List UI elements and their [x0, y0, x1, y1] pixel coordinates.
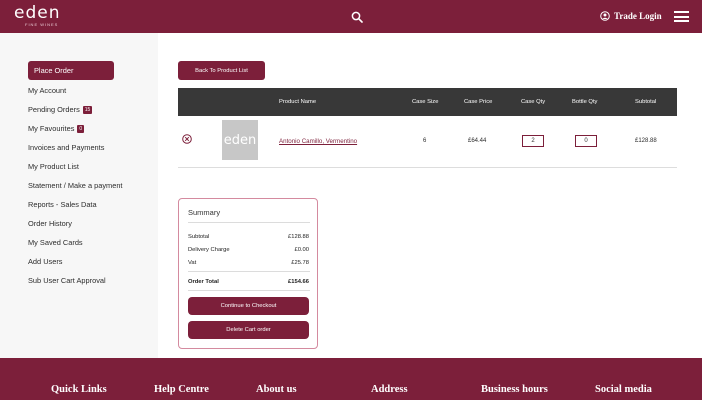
order-total-value: £154.66 — [288, 279, 309, 285]
delivery-value: £0.00 — [294, 247, 309, 253]
sidebar-item-label: Invoices and Payments — [28, 143, 105, 152]
footer-heading-quick-links: Quick Links — [51, 384, 107, 395]
sidebar-item-invoices[interactable]: Invoices and Payments — [28, 143, 104, 152]
trade-login-link[interactable]: Trade Login — [600, 11, 662, 21]
summary-title: Summary — [188, 208, 221, 217]
sidebar-item-label: Pending Orders — [28, 105, 80, 114]
summary-divider — [188, 222, 310, 223]
sidebar-item-add-users[interactable]: Add Users — [28, 257, 63, 266]
trade-login-label: Trade Login — [614, 11, 662, 21]
account-sidebar: Place Order My Account Pending Orders 15… — [0, 33, 158, 358]
hamburger-menu-icon[interactable] — [674, 11, 689, 22]
sidebar-item-place-order[interactable]: Place Order — [28, 61, 114, 80]
vat-label: Vat — [188, 260, 197, 266]
continue-to-checkout-button[interactable]: Continue to Checkout — [188, 297, 309, 315]
site-footer: Quick Links Help Centre About us Address… — [0, 358, 702, 400]
sidebar-item-label: My Favourites — [28, 124, 75, 133]
table-row: eden Antonio Camillo, Vermentino 6 £64.4… — [178, 116, 677, 168]
thumbnail-logo-text: eden — [223, 132, 257, 148]
sidebar-item-product-list[interactable]: My Product List — [28, 162, 79, 171]
delivery-label: Delivery Charge — [188, 247, 230, 253]
sidebar-item-label: Order History — [28, 219, 72, 228]
summary-divider — [188, 290, 310, 291]
pending-count-badge: 15 — [82, 105, 93, 114]
sidebar-item-my-account[interactable]: My Account — [28, 86, 66, 95]
sidebar-item-order-history[interactable]: Order History — [28, 219, 72, 228]
column-header-product-name: Product Name — [279, 99, 317, 105]
logo[interactable]: eden — [14, 5, 60, 22]
search-icon[interactable] — [351, 11, 363, 23]
column-header-case-price: Case Price — [464, 99, 493, 105]
sidebar-item-statement[interactable]: Statement / Make a payment — [28, 181, 122, 190]
sidebar-item-label: My Product List — [28, 162, 79, 171]
footer-heading-address: Address — [371, 384, 408, 395]
favourites-count-badge: 0 — [77, 124, 85, 133]
footer-heading-business-hours: Business hours — [481, 384, 548, 395]
row-subtotal-value: £128.88 — [635, 138, 657, 144]
bottle-qty-input[interactable]: 0 — [575, 135, 597, 147]
sidebar-item-label: Add Users — [28, 257, 63, 266]
column-header-case-qty: Case Qty — [521, 99, 546, 105]
subtotal-label: Subtotal — [188, 234, 210, 240]
sidebar-item-label: My Saved Cards — [28, 238, 83, 247]
product-thumbnail[interactable]: eden — [222, 120, 258, 160]
sidebar-item-pending-orders[interactable]: Pending Orders 15 — [28, 105, 93, 114]
sidebar-item-label: My Account — [28, 86, 67, 95]
sidebar-item-label: Place Order — [34, 66, 74, 75]
summary-delivery-row: Delivery Charge £0.00 — [188, 247, 309, 253]
column-header-bottle-qty: Bottle Qty — [572, 99, 598, 105]
summary-subtotal-row: Subtotal £128.88 — [188, 234, 309, 240]
sidebar-item-saved-cards[interactable]: My Saved Cards — [28, 238, 83, 247]
case-price-value: £64.44 — [468, 138, 487, 144]
product-name-link[interactable]: Antonio Camillo, Vermentino — [279, 138, 357, 145]
footer-heading-help-centre: Help Centre — [154, 384, 209, 395]
cart-table-header: Product Name Case Size Case Price Case Q… — [178, 88, 677, 116]
logo-tagline: FINE WINES — [25, 22, 59, 27]
sidebar-item-sub-user-approval[interactable]: Sub User Cart Approval — [28, 276, 106, 285]
summary-divider — [188, 271, 310, 272]
subtotal-value: £128.88 — [288, 234, 309, 240]
back-to-product-list-button[interactable]: Back To Product List — [178, 61, 265, 80]
order-summary-card: Summary Subtotal £128.88 Delivery Charge… — [178, 198, 318, 349]
sidebar-item-label: Sub User Cart Approval — [28, 276, 106, 285]
case-qty-input[interactable]: 2 — [522, 135, 544, 147]
footer-heading-about-us: About us — [256, 384, 297, 395]
sidebar-item-label: Reports - Sales Data — [28, 200, 97, 209]
summary-vat-row: Vat £25.78 — [188, 260, 309, 266]
remove-item-icon[interactable] — [182, 134, 192, 144]
user-icon — [600, 11, 610, 21]
footer-heading-social-media: Social media — [595, 384, 652, 395]
column-header-subtotal: Subtotal — [635, 99, 657, 105]
delete-cart-order-button[interactable]: Delete Cart order — [188, 321, 309, 339]
column-header-case-size: Case Size — [412, 99, 439, 105]
summary-total-row: Order Total £154.66 — [188, 279, 309, 285]
sidebar-item-label: Statement / Make a payment — [28, 181, 123, 190]
sidebar-item-reports[interactable]: Reports - Sales Data — [28, 200, 97, 209]
order-total-label: Order Total — [188, 279, 219, 285]
sidebar-item-my-favourites[interactable]: My Favourites 0 — [28, 124, 85, 133]
vat-value: £25.78 — [291, 260, 309, 266]
case-size-value: 6 — [423, 138, 427, 144]
top-navbar: eden FINE WINES Trade Login — [0, 0, 702, 33]
